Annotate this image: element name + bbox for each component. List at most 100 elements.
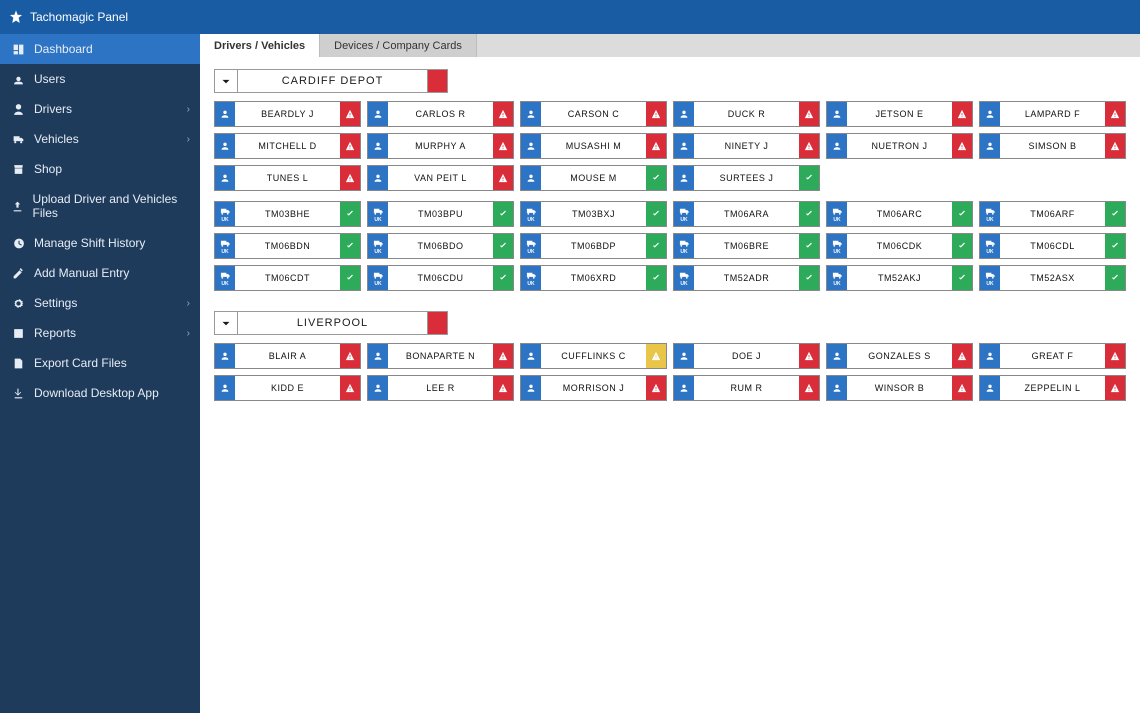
driver-name: SURTEES J (694, 166, 799, 190)
driver-name: CARSON C (541, 102, 646, 126)
driver-card[interactable]: ZEPPELIN L (979, 375, 1126, 401)
status-icon (340, 202, 360, 226)
status-icon (952, 266, 972, 290)
sidebar-item-settings[interactable]: Settings› (0, 288, 200, 318)
sidebar-item-reports[interactable]: Reports› (0, 318, 200, 348)
driver-card[interactable]: CARLOS R (367, 101, 514, 127)
driver-card[interactable]: TUNES L (214, 165, 361, 191)
driver-card[interactable]: BEARDLY J (214, 101, 361, 127)
driver-card[interactable]: NINETY J (673, 133, 820, 159)
vehicle-reg: TM06ARA (694, 202, 799, 226)
driver-name: BEARDLY J (235, 102, 340, 126)
vehicle-card[interactable]: UKTM06BRE (673, 233, 820, 259)
sidebar-item-manage-shift-history[interactable]: Manage Shift History (0, 228, 200, 258)
sidebar-item-shop[interactable]: Shop (0, 154, 200, 184)
status-icon (493, 166, 513, 190)
settings-icon (10, 297, 26, 310)
sidebar-item-vehicles[interactable]: Vehicles› (0, 124, 200, 154)
vehicle-plate-band: UK (980, 266, 1000, 290)
vehicle-card[interactable]: UKTM52ADR (673, 265, 820, 291)
sidebar-item-upload-driver-and-vehicles-files[interactable]: Upload Driver and Vehicles Files (0, 184, 200, 228)
driver-card[interactable]: MUSASHI M (520, 133, 667, 159)
driver-card[interactable]: BLAIR A (214, 343, 361, 369)
status-icon (1105, 234, 1125, 258)
vehicle-plate-band: UK (674, 234, 694, 258)
status-icon (799, 166, 819, 190)
vehicle-card[interactable]: UKTM06ARC (826, 201, 973, 227)
vehicle-card[interactable]: UKTM06XRD (520, 265, 667, 291)
driver-card[interactable]: MITCHELL D (214, 133, 361, 159)
driver-card[interactable]: CARSON C (520, 101, 667, 127)
driver-card[interactable]: MURPHY A (367, 133, 514, 159)
status-icon (646, 202, 666, 226)
driver-card[interactable]: SURTEES J (673, 165, 820, 191)
vehicle-card[interactable]: UKTM06CDU (367, 265, 514, 291)
vehicle-card[interactable]: UKTM06ARA (673, 201, 820, 227)
vehicle-card[interactable]: UKTM06BDO (367, 233, 514, 259)
status-icon (646, 134, 666, 158)
sidebar-item-dashboard[interactable]: Dashboard (0, 34, 200, 64)
main-panel: Drivers / Vehicles Devices / Company Card… (200, 0, 1140, 713)
vehicle-card[interactable]: UKTM06BDN (214, 233, 361, 259)
vehicle-card[interactable]: UKTM52AKJ (826, 265, 973, 291)
sidebar-item-drivers[interactable]: Drivers› (0, 94, 200, 124)
driver-card[interactable]: MOUSE M (520, 165, 667, 191)
person-icon (215, 166, 235, 190)
driver-card[interactable]: WINSOR B (826, 375, 973, 401)
driver-card[interactable]: LAMPARD F (979, 101, 1126, 127)
person-icon (215, 344, 235, 368)
status-icon (799, 234, 819, 258)
vehicle-card[interactable]: UKTM06ARF (979, 201, 1126, 227)
driver-name: ZEPPELIN L (1000, 376, 1105, 400)
brand-title: Tachomagic Panel (30, 10, 128, 24)
driver-card[interactable]: BONAPARTE N (367, 343, 514, 369)
vehicle-card[interactable]: UKTM06CDL (979, 233, 1126, 259)
driver-card[interactable]: SIMSON B (979, 133, 1126, 159)
vehicle-card[interactable]: UKTM03BHE (214, 201, 361, 227)
driver-card[interactable]: RUM R (673, 375, 820, 401)
sidebar-item-label: Upload Driver and Vehicles Files (33, 192, 190, 220)
person-icon (980, 344, 1000, 368)
status-icon (799, 344, 819, 368)
vehicle-card[interactable]: UKTM03BXJ (520, 201, 667, 227)
vehicle-card[interactable]: UKTM06BDP (520, 233, 667, 259)
brand-logo-icon (8, 9, 24, 25)
driver-card[interactable]: MORRISON J (520, 375, 667, 401)
sidebar-item-users[interactable]: Users (0, 64, 200, 94)
driver-card[interactable]: CUFFLINKS C (520, 343, 667, 369)
driver-name: MOUSE M (541, 166, 646, 190)
drivers-grid: BEARDLY J CARLOS R CARSON C DUCK R JETSON EL… (214, 101, 1126, 191)
driver-card[interactable]: DUCK R (673, 101, 820, 127)
tab-drivers-vehicles[interactable]: Drivers / Vehicles (200, 34, 320, 57)
driver-card[interactable]: GONZALES S (826, 343, 973, 369)
collapse-toggle[interactable] (214, 311, 238, 335)
driver-card[interactable]: VAN PEIT L (367, 165, 514, 191)
driver-card[interactable]: DOE J (673, 343, 820, 369)
person-icon (368, 344, 388, 368)
chevron-right-icon: › (187, 328, 190, 339)
driver-name: DUCK R (694, 102, 799, 126)
driver-card[interactable]: LEE R (367, 375, 514, 401)
vehicle-plate-band: UK (521, 234, 541, 258)
driver-card[interactable]: JETSON E (826, 101, 973, 127)
driver-card[interactable]: GREAT F (979, 343, 1126, 369)
vehicle-card[interactable]: UKTM03BPU (367, 201, 514, 227)
person-icon (215, 376, 235, 400)
status-icon (493, 102, 513, 126)
collapse-toggle[interactable] (214, 69, 238, 93)
sidebar-item-export-card-files[interactable]: Export Card Files (0, 348, 200, 378)
vehicle-reg: TM06BDN (235, 234, 340, 258)
vehicle-card[interactable]: UKTM52ASX (979, 265, 1126, 291)
tab-devices-company-cards[interactable]: Devices / Company Cards (320, 34, 477, 57)
driver-card[interactable]: KIDD E (214, 375, 361, 401)
sidebar-item-add-manual-entry[interactable]: Add Manual Entry (0, 258, 200, 288)
tab-label: Devices / Company Cards (334, 40, 462, 52)
depot-section: LIVERPOOLBLAIR ABONAPARTE NCUFFLINKS CDO… (214, 311, 1126, 401)
driver-card[interactable]: NUETRON J (826, 133, 973, 159)
vehicle-reg: TM52ADR (694, 266, 799, 290)
vehicles-grid: UKTM03BHEUKTM03BPUUKTM03BXJUKTM06ARAUKTM… (214, 201, 1126, 291)
sidebar-item-label: Users (34, 72, 65, 86)
vehicle-card[interactable]: UKTM06CDT (214, 265, 361, 291)
vehicle-card[interactable]: UKTM06CDK (826, 233, 973, 259)
sidebar-item-download-desktop-app[interactable]: Download Desktop App (0, 378, 200, 408)
